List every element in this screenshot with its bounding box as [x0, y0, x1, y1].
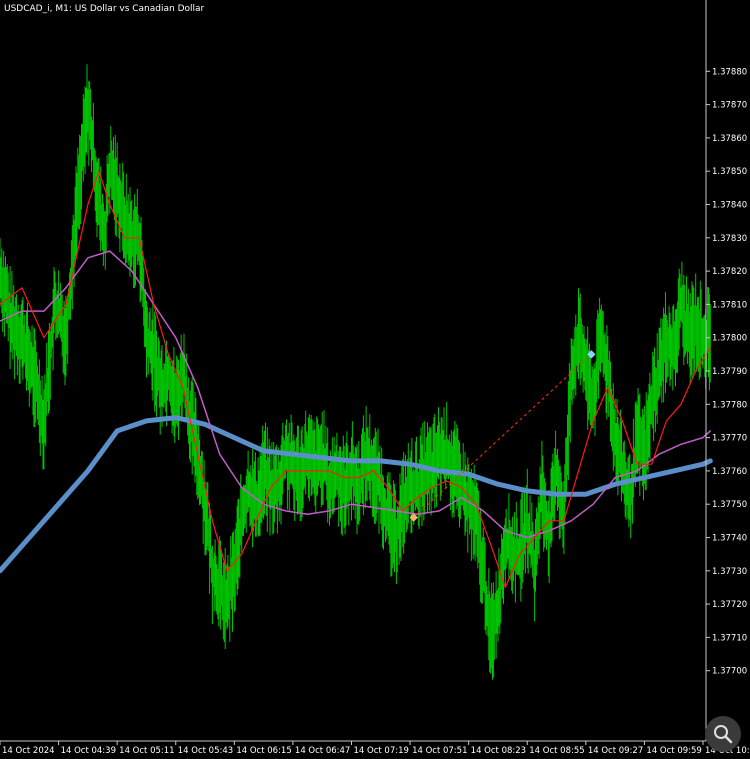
y-tick-label: 1.37740: [712, 534, 747, 544]
x-tick-label: 14 Oct 05:11: [119, 746, 174, 756]
x-tick-label: 14 Oct 2024: [2, 746, 55, 756]
x-tick-label: 14 Oct 04:39: [61, 746, 116, 756]
price-chart[interactable]: 1.37880 1.37870 1.37860 1.37850 1.37840 1.378…: [0, 0, 750, 759]
x-tick-label: 14 Oct 08:55: [529, 746, 584, 756]
y-tick-label: 1.37780: [712, 400, 747, 410]
y-tick-label: 1.37820: [712, 267, 747, 277]
zoom-button[interactable]: [705, 716, 741, 752]
x-tick-label: 14 Oct 08:23: [471, 746, 526, 756]
y-tick-label: 1.37750: [712, 500, 747, 510]
y-tick-label: 1.37840: [712, 201, 747, 211]
y-tick-label: 1.37830: [712, 234, 747, 244]
x-tick-label: 14 Oct 09:27: [588, 746, 643, 756]
y-tick-label: 1.37730: [712, 567, 747, 577]
y-tick-label: 1.37800: [712, 334, 747, 344]
y-tick-label: 1.37720: [712, 600, 747, 610]
x-tick-label: 14 Oct 05:43: [178, 746, 233, 756]
y-tick-label: 1.37870: [712, 101, 747, 111]
y-tick-label: 1.37850: [712, 167, 747, 177]
y-tick-label: 1.37760: [712, 467, 747, 477]
x-tick-label: 14 Oct 06:47: [295, 746, 350, 756]
x-tick-label: 14 Oct 07:19: [354, 746, 409, 756]
chart-title: USDCAD_i, M1: US Dollar vs Canadian Doll…: [4, 4, 205, 14]
chart-background: [0, 0, 750, 759]
y-tick-label: 1.37810: [712, 300, 747, 310]
y-tick-label: 1.37860: [712, 134, 747, 144]
x-tick-label: 14 Oct 09:59: [646, 746, 701, 756]
y-tick-label: 1.37880: [712, 67, 747, 77]
y-tick-label: 1.37770: [712, 434, 747, 444]
x-tick-label: 14 Oct 06:15: [236, 746, 291, 756]
y-tick-label: 1.37710: [712, 633, 747, 643]
x-tick-label: 14 Oct 07:51: [412, 746, 467, 756]
y-tick-label: 1.37700: [712, 667, 747, 677]
y-tick-label: 1.37790: [712, 367, 747, 377]
magnifier-icon: [714, 725, 733, 744]
